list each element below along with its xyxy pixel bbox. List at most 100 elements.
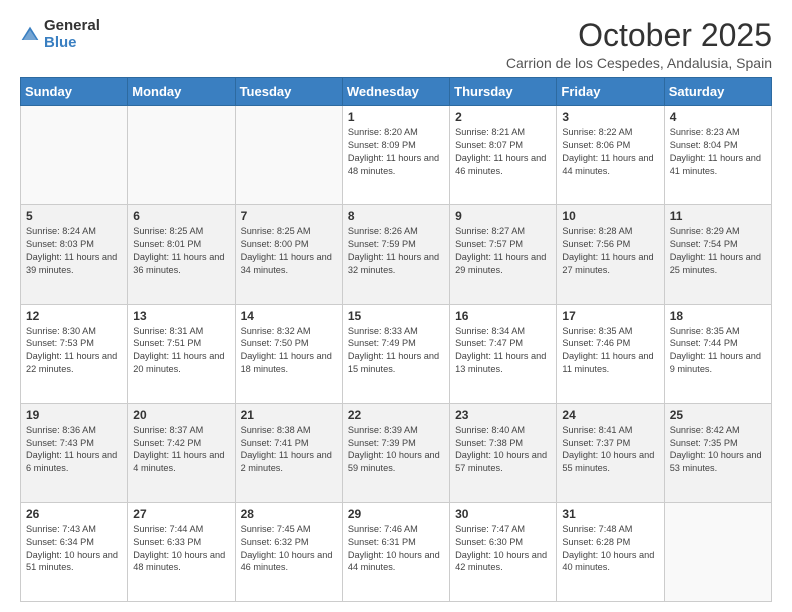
- day-info: Sunrise: 8:24 AM Sunset: 8:03 PM Dayligh…: [26, 225, 122, 277]
- day-info: Sunrise: 8:20 AM Sunset: 8:09 PM Dayligh…: [348, 126, 444, 178]
- calendar-cell: 31Sunrise: 7:48 AM Sunset: 6:28 PM Dayli…: [557, 502, 664, 601]
- calendar-cell: [664, 502, 771, 601]
- title-block: October 2025 Carrion de los Cespedes, An…: [506, 18, 772, 71]
- calendar-cell: 19 Sunrise: 8:36 AM Sunset: 7:43 PM Dayli…: [21, 403, 128, 502]
- day-header-tuesday: Tuesday: [235, 78, 342, 106]
- day-number: 8: [348, 209, 444, 223]
- calendar-cell: 9Sunrise: 8:27 AM Sunset: 7:57 PM Daylig…: [450, 205, 557, 304]
- calendar-cell: 10 Sunrise: 8:28 AM Sunset: 7:56 PM Dayli…: [557, 205, 664, 304]
- calendar-cell: 8 Sunrise: 8:26 AM Sunset: 7:59 PM Daylig…: [342, 205, 449, 304]
- calendar-cell: 29Sunrise: 7:46 AM Sunset: 6:31 PM Dayli…: [342, 502, 449, 601]
- day-number: 10: [562, 209, 658, 223]
- day-header-saturday: Saturday: [664, 78, 771, 106]
- calendar-cell: 25 Sunrise: 8:42 AM Sunset: 7:35 PM Dayli…: [664, 403, 771, 502]
- day-number: 25: [670, 408, 766, 422]
- day-info: Sunrise: 8:26 AM Sunset: 7:59 PM Dayligh…: [348, 225, 444, 277]
- day-info: Sunrise: 8:31 AM Sunset: 7:51 PM Dayligh…: [133, 325, 229, 377]
- day-info: Sunrise: 8:25 AM Sunset: 8:01 PM Dayligh…: [133, 225, 229, 277]
- day-info: Sunrise: 8:33 AM Sunset: 7:49 PM Dayligh…: [348, 325, 444, 377]
- day-number: 17: [562, 309, 658, 323]
- day-info: Sunrise: 8:22 AM Sunset: 8:06 PM Dayligh…: [562, 126, 658, 178]
- day-info: Sunrise: 8:37 AM Sunset: 7:42 PM Dayligh…: [133, 424, 229, 476]
- day-number: 24: [562, 408, 658, 422]
- day-info: Sunrise: 8:28 AM Sunset: 7:56 PM Dayligh…: [562, 225, 658, 277]
- day-info: Sunrise: 7:43 AM Sunset: 6:34 PM Dayligh…: [26, 523, 122, 575]
- calendar-cell: 20 Sunrise: 8:37 AM Sunset: 7:42 PM Dayli…: [128, 403, 235, 502]
- calendar-cell: 6 Sunrise: 8:25 AM Sunset: 8:01 PM Daylig…: [128, 205, 235, 304]
- day-number: 20: [133, 408, 229, 422]
- day-header-friday: Friday: [557, 78, 664, 106]
- day-info: Sunrise: 8:30 AM Sunset: 7:53 PM Dayligh…: [26, 325, 122, 377]
- calendar-cell: [21, 106, 128, 205]
- day-info: Sunrise: 8:34 AM Sunset: 7:47 PM Dayligh…: [455, 325, 551, 377]
- day-header-thursday: Thursday: [450, 78, 557, 106]
- day-info: Sunrise: 8:32 AM Sunset: 7:50 PM Dayligh…: [241, 325, 337, 377]
- day-info: Sunrise: 8:38 AM Sunset: 7:41 PM Dayligh…: [241, 424, 337, 476]
- calendar-cell: 17 Sunrise: 8:35 AM Sunset: 7:46 PM Dayli…: [557, 304, 664, 403]
- calendar-cell: 2 Sunrise: 8:21 AM Sunset: 8:07 PM Daylig…: [450, 106, 557, 205]
- calendar-cell: 18Sunrise: 8:35 AM Sunset: 7:44 PM Dayli…: [664, 304, 771, 403]
- day-info: Sunrise: 8:29 AM Sunset: 7:54 PM Dayligh…: [670, 225, 766, 277]
- calendar-cell: 24 Sunrise: 8:41 AM Sunset: 7:37 PM Dayli…: [557, 403, 664, 502]
- calendar-cell: 30Sunrise: 7:47 AM Sunset: 6:30 PM Dayli…: [450, 502, 557, 601]
- day-number: 28: [241, 507, 337, 521]
- calendar-cell: 26 Sunrise: 7:43 AM Sunset: 6:34 PM Dayli…: [21, 502, 128, 601]
- calendar-week-2: 5 Sunrise: 8:24 AM Sunset: 8:03 PM Daylig…: [21, 205, 772, 304]
- day-header-monday: Monday: [128, 78, 235, 106]
- day-header-sunday: Sunday: [21, 78, 128, 106]
- day-info: Sunrise: 8:35 AM Sunset: 7:46 PM Dayligh…: [562, 325, 658, 377]
- calendar-week-4: 19 Sunrise: 8:36 AM Sunset: 7:43 PM Dayli…: [21, 403, 772, 502]
- day-info: Sunrise: 7:47 AM Sunset: 6:30 PM Dayligh…: [455, 523, 551, 575]
- day-info: Sunrise: 8:23 AM Sunset: 8:04 PM Dayligh…: [670, 126, 766, 178]
- calendar-cell: 1 Sunrise: 8:20 AM Sunset: 8:09 PM Daylig…: [342, 106, 449, 205]
- calendar-cell: 12 Sunrise: 8:30 AM Sunset: 7:53 PM Dayli…: [21, 304, 128, 403]
- day-number: 3: [562, 110, 658, 124]
- calendar-cell: 3 Sunrise: 8:22 AM Sunset: 8:06 PM Daylig…: [557, 106, 664, 205]
- day-info: Sunrise: 8:42 AM Sunset: 7:35 PM Dayligh…: [670, 424, 766, 476]
- day-info: Sunrise: 8:36 AM Sunset: 7:43 PM Dayligh…: [26, 424, 122, 476]
- calendar-cell: 28 Sunrise: 7:45 AM Sunset: 6:32 PM Dayli…: [235, 502, 342, 601]
- day-number: 5: [26, 209, 122, 223]
- day-info: Sunrise: 8:35 AM Sunset: 7:44 PM Dayligh…: [670, 325, 766, 377]
- day-number: 13: [133, 309, 229, 323]
- day-number: 27: [133, 507, 229, 521]
- day-number: 12: [26, 309, 122, 323]
- logo-general: General: [44, 18, 100, 35]
- calendar-cell: 23Sunrise: 8:40 AM Sunset: 7:38 PM Dayli…: [450, 403, 557, 502]
- day-number: 11: [670, 209, 766, 223]
- calendar-cell: 14Sunrise: 8:32 AM Sunset: 7:50 PM Dayli…: [235, 304, 342, 403]
- location: Carrion de los Cespedes, Andalusia, Spai…: [506, 55, 772, 71]
- day-number: 19: [26, 408, 122, 422]
- calendar-cell: 15 Sunrise: 8:33 AM Sunset: 7:49 PM Dayli…: [342, 304, 449, 403]
- logo-icon: [20, 25, 40, 45]
- day-info: Sunrise: 7:45 AM Sunset: 6:32 PM Dayligh…: [241, 523, 337, 575]
- day-info: Sunrise: 8:39 AM Sunset: 7:39 PM Dayligh…: [348, 424, 444, 476]
- day-number: 7: [241, 209, 337, 223]
- day-number: 2: [455, 110, 551, 124]
- calendar-week-5: 26 Sunrise: 7:43 AM Sunset: 6:34 PM Dayli…: [21, 502, 772, 601]
- calendar-cell: 11 Sunrise: 8:29 AM Sunset: 7:54 PM Dayli…: [664, 205, 771, 304]
- calendar-cell: 21 Sunrise: 8:38 AM Sunset: 7:41 PM Dayli…: [235, 403, 342, 502]
- day-info: Sunrise: 8:27 AM Sunset: 7:57 PM Dayligh…: [455, 225, 551, 277]
- month-year: October 2025: [506, 18, 772, 53]
- day-number: 1: [348, 110, 444, 124]
- day-number: 15: [348, 309, 444, 323]
- day-info: Sunrise: 8:41 AM Sunset: 7:37 PM Dayligh…: [562, 424, 658, 476]
- calendar-cell: 13 Sunrise: 8:31 AM Sunset: 7:51 PM Dayli…: [128, 304, 235, 403]
- day-info: Sunrise: 8:21 AM Sunset: 8:07 PM Dayligh…: [455, 126, 551, 178]
- calendar-cell: 27 Sunrise: 7:44 AM Sunset: 6:33 PM Dayli…: [128, 502, 235, 601]
- day-number: 16: [455, 309, 551, 323]
- header: General Blue October 2025 Carrion de los…: [20, 18, 772, 71]
- calendar-cell: 22Sunrise: 8:39 AM Sunset: 7:39 PM Dayli…: [342, 403, 449, 502]
- calendar-cell: [235, 106, 342, 205]
- logo-blue: Blue: [44, 35, 100, 52]
- day-number: 4: [670, 110, 766, 124]
- day-number: 26: [26, 507, 122, 521]
- day-number: 21: [241, 408, 337, 422]
- day-number: 6: [133, 209, 229, 223]
- page: General Blue October 2025 Carrion de los…: [0, 0, 792, 612]
- header-row: SundayMondayTuesdayWednesdayThursdayFrid…: [21, 78, 772, 106]
- logo: General Blue: [20, 18, 100, 51]
- day-info: Sunrise: 8:25 AM Sunset: 8:00 PM Dayligh…: [241, 225, 337, 277]
- day-info: Sunrise: 7:44 AM Sunset: 6:33 PM Dayligh…: [133, 523, 229, 575]
